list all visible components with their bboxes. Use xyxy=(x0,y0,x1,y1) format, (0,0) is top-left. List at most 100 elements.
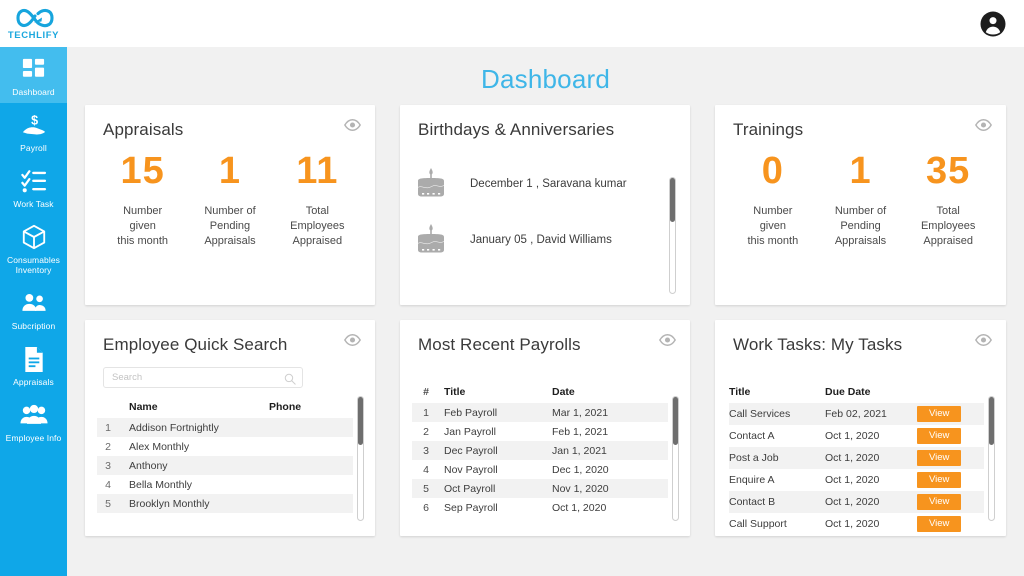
scrollbar[interactable] xyxy=(357,396,364,521)
table-row[interactable]: 4 Bella Monthly xyxy=(97,475,353,494)
cell-name: Addison Fortnightly xyxy=(129,421,219,434)
stat-value: 15 xyxy=(120,150,165,192)
view-button[interactable]: View xyxy=(917,406,962,422)
table-row[interactable]: 4 Nov Payroll Dec 1, 2020 xyxy=(412,460,668,479)
table-row[interactable]: Contact B Oct 1, 2020 View xyxy=(729,491,984,513)
scrollbar-thumb[interactable] xyxy=(358,397,363,445)
cell-index: 6 xyxy=(423,501,429,514)
sidebar-item-work-task[interactable]: Work Task xyxy=(0,159,67,215)
svg-text:$: $ xyxy=(31,113,38,127)
table-row[interactable]: Post a Job Oct 1, 2020 View xyxy=(729,447,984,469)
card-title: Trainings xyxy=(733,120,804,139)
cell-phone xyxy=(269,437,353,456)
column-header-title: Title xyxy=(444,386,466,398)
card-title: Birthdays & Anniversaries xyxy=(418,120,615,139)
scrollbar[interactable] xyxy=(672,396,679,521)
cell-title: Oct Payroll xyxy=(444,482,496,495)
card-title: Most Recent Payrolls xyxy=(418,335,581,354)
cell-due-date: Feb 02, 2021 xyxy=(825,408,887,420)
cell-phone xyxy=(269,456,353,475)
sidebar-item-consumables-inventory[interactable]: Consumables Inventory xyxy=(0,215,67,281)
stat-value: 11 xyxy=(296,150,339,192)
top-header-bar: TECHLIFY xyxy=(0,0,1024,47)
stat-item: 11 Total Employees Appraised xyxy=(274,148,361,249)
cell-name: Anthony xyxy=(129,459,168,472)
cell-phone xyxy=(269,494,353,513)
eye-icon[interactable] xyxy=(659,333,676,350)
table-row[interactable]: 2 Jan Payroll Feb 1, 2021 xyxy=(412,422,668,441)
stat-label: Number given this month xyxy=(117,205,169,247)
eye-icon[interactable] xyxy=(344,333,361,350)
cell-index: 3 xyxy=(105,459,111,472)
document-lines-icon xyxy=(19,344,49,374)
table-row[interactable]: Call Services Feb 02, 2021 View xyxy=(729,403,984,425)
stat-value: 1 xyxy=(849,150,872,192)
eye-icon[interactable] xyxy=(344,118,361,135)
cell-date: Dec 1, 2020 xyxy=(552,463,609,476)
table-row[interactable]: 1 Feb Payroll Mar 1, 2021 xyxy=(412,403,668,422)
table-row[interactable]: 3 Dec Payroll Jan 1, 2021 xyxy=(412,441,668,460)
card-title: Employee Quick Search xyxy=(103,335,288,354)
sidebar-item-subcription[interactable]: Subcription xyxy=(0,281,67,337)
column-header-title: Title xyxy=(729,386,751,398)
cell-index: 1 xyxy=(105,421,111,434)
table-row[interactable]: 5 Brooklyn Monthly xyxy=(97,494,353,513)
cell-due-date: Oct 1, 2020 xyxy=(825,518,880,530)
grid-dashboard-icon xyxy=(19,54,49,84)
work-tasks-table: Title Due Date Call Services Feb 02, 202… xyxy=(715,382,1006,535)
sidebar-item-label: Subcription xyxy=(11,321,56,331)
table-row[interactable]: 3 Anthony xyxy=(97,456,353,475)
sidebar-item-appraisals[interactable]: Appraisals xyxy=(0,337,67,393)
table-header-row: # Title Date xyxy=(412,382,668,403)
stat-label: Number given this month xyxy=(747,205,799,247)
column-header-date: Date xyxy=(552,386,575,398)
scrollbar[interactable] xyxy=(988,396,995,521)
cell-date: Feb 1, 2021 xyxy=(552,425,609,438)
scrollbar-thumb[interactable] xyxy=(989,397,994,445)
view-button[interactable]: View xyxy=(917,516,962,532)
cell-title: Sep Payroll xyxy=(444,501,498,514)
cell-index: 5 xyxy=(423,482,429,495)
sidebar-item-dashboard[interactable]: Dashboard xyxy=(0,47,67,103)
table-row[interactable]: Call Support Oct 1, 2020 View xyxy=(729,513,984,535)
view-button[interactable]: View xyxy=(917,494,962,510)
dashboard-app: TECHLIFY Dashboard $ Payroll Work Task C… xyxy=(0,0,1024,576)
sidebar-item-payroll[interactable]: $ Payroll xyxy=(0,103,67,159)
view-button[interactable]: View xyxy=(917,428,962,444)
cell-index: 3 xyxy=(423,444,429,457)
card-work-tasks: Work Tasks: My Tasks Title Due Date Call… xyxy=(715,320,1006,536)
stat-label: Total Employees Appraised xyxy=(920,205,976,247)
birthday-cake-icon xyxy=(414,224,448,256)
stats-row: 15 Number given this month 1 Number of P… xyxy=(85,140,375,249)
cell-index: 2 xyxy=(105,440,111,453)
dashboard-card-grid: Appraisals 15 Number given this month 1 … xyxy=(85,105,1010,536)
page-title: Dashboard xyxy=(481,64,610,94)
table-row[interactable]: Enquire A Oct 1, 2020 View xyxy=(729,469,984,491)
cell-date: Mar 1, 2021 xyxy=(552,406,609,419)
sidebar-item-employee-info[interactable]: Employee Info xyxy=(0,393,67,449)
table-row[interactable]: 2 Alex Monthly xyxy=(97,437,353,456)
cell-phone xyxy=(269,418,353,437)
birthday-entry-text: December 1 , Saravana kumar xyxy=(470,178,627,190)
view-button[interactable]: View xyxy=(917,472,962,488)
account-circle-icon[interactable] xyxy=(980,11,1006,37)
column-header-action xyxy=(917,382,984,403)
cell-date: Nov 1, 2020 xyxy=(552,482,609,495)
scrollbar-thumb[interactable] xyxy=(670,178,675,222)
table-row[interactable]: Contact A Oct 1, 2020 View xyxy=(729,425,984,447)
search-input-wrapper[interactable] xyxy=(103,367,303,388)
table-row[interactable]: 5 Oct Payroll Nov 1, 2020 xyxy=(412,479,668,498)
scrollbar-thumb[interactable] xyxy=(673,397,678,445)
table-row[interactable]: 1 Addison Fortnightly xyxy=(97,418,353,437)
search-input[interactable] xyxy=(104,368,302,387)
cell-task-title: Call Support xyxy=(729,518,787,530)
stat-item: 0 Number given this month xyxy=(729,148,817,249)
view-button[interactable]: View xyxy=(917,450,962,466)
scrollbar[interactable] xyxy=(669,177,676,294)
brand-logo[interactable]: TECHLIFY xyxy=(0,0,67,47)
eye-icon[interactable] xyxy=(975,333,992,350)
eye-icon[interactable] xyxy=(975,118,992,135)
table-row[interactable]: 6 Sep Payroll Oct 1, 2020 xyxy=(412,498,668,517)
stat-label: Total Employees Appraised xyxy=(290,205,345,247)
cell-index: 5 xyxy=(105,497,111,510)
